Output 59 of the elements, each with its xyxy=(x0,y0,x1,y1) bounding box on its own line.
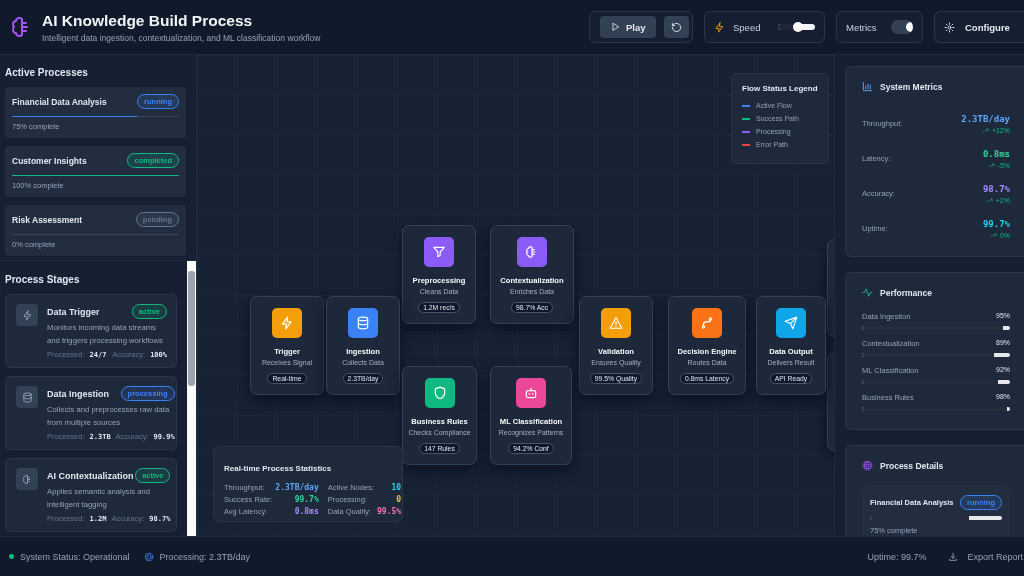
trend-icon xyxy=(987,161,995,169)
shield-icon xyxy=(432,386,447,400)
branch-icon xyxy=(700,316,714,330)
pulse-icon xyxy=(862,287,873,298)
download-icon xyxy=(948,551,959,562)
status-dot xyxy=(9,554,14,559)
section-title: Process Stages xyxy=(5,274,81,285)
trend-icon xyxy=(989,231,997,239)
send-icon xyxy=(784,316,798,330)
funnel-icon xyxy=(432,245,446,259)
speed-slider[interactable] xyxy=(778,22,815,32)
stage-name: AI Contextualization xyxy=(47,470,134,481)
stat-value: 0 xyxy=(395,495,402,504)
system-status: System Status: Operational xyxy=(20,551,130,562)
processing-status: Processing: 2.3TB/day xyxy=(159,551,251,562)
settings-icon xyxy=(944,21,955,33)
process-name: Customer Insights xyxy=(12,155,87,166)
speed-label: Speed xyxy=(733,21,761,33)
card-title: Performance xyxy=(880,287,932,298)
metric-value: 0.8ms xyxy=(982,148,1010,159)
trend-icon xyxy=(981,126,989,134)
chip-icon xyxy=(862,460,873,471)
stat-value: 2.3TB/day xyxy=(275,483,319,492)
export-report-button[interactable]: Export Report xyxy=(948,551,1023,562)
metrics-toggle[interactable] xyxy=(890,20,913,34)
bar-chart-icon xyxy=(862,81,873,92)
process-name: Financial Data Analysis xyxy=(12,96,107,107)
play-icon xyxy=(610,22,620,32)
database-icon xyxy=(21,391,33,403)
lightning-icon xyxy=(714,21,725,33)
metric-value: 98.7% xyxy=(982,183,1010,194)
trend-icon xyxy=(985,196,993,204)
reset-button[interactable] xyxy=(663,16,689,38)
uptime-status: Uptime: 99.7% xyxy=(867,551,927,562)
database-icon xyxy=(356,316,370,330)
card-title: Process Details xyxy=(880,460,944,471)
scrollbar[interactable] xyxy=(187,261,196,536)
play-button[interactable]: Play xyxy=(600,16,656,38)
warning-icon xyxy=(609,316,623,330)
section-title: Active Processes xyxy=(5,67,89,78)
lightning-icon xyxy=(280,316,294,330)
metric-value: 2.3TB/day xyxy=(961,113,1010,124)
app-title: AI Knowledge Build Process xyxy=(42,11,254,30)
legend-title: Flow Status Legend xyxy=(742,84,818,93)
stat-value: 99.5% xyxy=(377,507,402,516)
card-title: System Metrics xyxy=(880,81,943,92)
reset-icon xyxy=(670,21,682,33)
stat-value: 99.7% xyxy=(293,495,319,504)
metrics-label: Metrics xyxy=(846,21,877,33)
app-subtitle: Intelligent data ingestion, contextualization, and ML classification workflow xyxy=(42,32,321,43)
stat-value: 10 xyxy=(390,483,402,492)
lightning-icon xyxy=(21,309,33,321)
stage-name: Data Trigger xyxy=(47,306,100,317)
robot-icon xyxy=(524,386,538,400)
metric-value: 99.7% xyxy=(982,218,1010,229)
stage-name: Data Ingestion xyxy=(47,388,109,399)
statistics-title: Real-time Process Statistics xyxy=(224,464,332,473)
stat-value: 0.8ms xyxy=(293,507,319,516)
process-name: Risk Assessment xyxy=(12,214,83,225)
